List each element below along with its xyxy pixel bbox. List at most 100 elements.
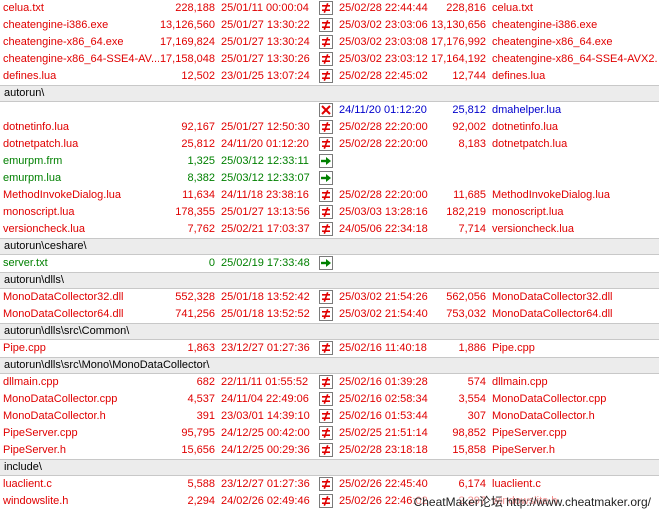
left-file-date: 25/01/27 13:13:56 bbox=[221, 206, 310, 218]
folder-row[interactable]: autorun\dlls\ bbox=[0, 272, 659, 289]
left-file-size: 682 bbox=[196, 376, 215, 388]
file-row[interactable]: Pipe.cpp 1,863 23/12/27 01:27:36 25/02/16 1… bbox=[0, 340, 659, 357]
right-file-size: 753,032 bbox=[446, 308, 486, 320]
file-row[interactable]: luaclient.c 5,588 23/12/27 01:27:36 25/02/2… bbox=[0, 476, 659, 493]
right-file-name: celua.txt bbox=[492, 2, 533, 14]
not-equal-icon bbox=[319, 494, 333, 508]
not-equal-icon bbox=[319, 392, 333, 406]
file-row[interactable]: defines.lua 12,502 23/01/25 13:07:24 25/02/… bbox=[0, 68, 659, 85]
left-file-date: 24/02/26 02:49:46 bbox=[221, 495, 310, 507]
right-file-date: 25/02/16 01:53:44 bbox=[339, 410, 428, 422]
left-file-name: dotnetpatch.lua bbox=[3, 138, 79, 150]
right-file-size: 13,130,656 bbox=[431, 19, 486, 31]
left-file-size: 15,656 bbox=[181, 444, 215, 456]
not-equal-icon bbox=[319, 375, 333, 389]
left-file-name: defines.lua bbox=[3, 70, 57, 82]
folder-row[interactable]: autorun\ bbox=[0, 85, 659, 102]
not-equal-icon bbox=[319, 477, 333, 491]
file-row[interactable]: dotnetpatch.lua 25,812 24/11/20 01:12:20 25… bbox=[0, 136, 659, 153]
left-file-date: 25/03/12 12:33:11 bbox=[221, 155, 309, 167]
right-file-size: 562,056 bbox=[446, 291, 486, 303]
right-file-size: 6,174 bbox=[458, 478, 486, 490]
file-row[interactable]: MonoDataCollector.cpp 4,537 24/11/04 22:49… bbox=[0, 391, 659, 408]
right-file-size: 3,554 bbox=[458, 393, 486, 405]
left-file-size: 5,588 bbox=[187, 478, 215, 490]
not-equal-icon bbox=[319, 443, 333, 457]
right-file-size: 1,886 bbox=[458, 342, 486, 354]
right-file-name: cheatengine-i386.exe bbox=[492, 19, 598, 31]
not-equal-icon bbox=[319, 205, 333, 219]
right-file-size: 17,176,992 bbox=[431, 36, 486, 48]
left-file-size: 391 bbox=[196, 410, 215, 422]
right-file-size: 12,744 bbox=[452, 70, 486, 82]
left-file-name: MonoDataCollector.h bbox=[3, 410, 106, 422]
right-file-size: 228,816 bbox=[446, 2, 486, 14]
file-row[interactable]: PipeServer.h 15,656 24/12/25 00:29:36 25/02… bbox=[0, 442, 659, 459]
folder-row[interactable]: autorun\dlls\src\Common\ bbox=[0, 323, 659, 340]
not-equal-icon bbox=[319, 120, 333, 134]
left-file-size: 7,762 bbox=[187, 223, 215, 235]
right-file-size: 7,714 bbox=[458, 223, 486, 235]
left-file-date: 25/03/12 12:33:07 bbox=[221, 172, 310, 184]
folder-row[interactable]: autorun\dlls\src\Mono\MonoDataCollector\ bbox=[0, 357, 659, 374]
file-row[interactable]: dotnetinfo.lua 92,167 25/01/27 12:50:30 25/… bbox=[0, 119, 659, 136]
folder-label: include\ bbox=[4, 461, 42, 473]
file-row[interactable]: monoscript.lua 178,355 25/01/27 13:13:56 25… bbox=[0, 204, 659, 221]
left-file-name: monoscript.lua bbox=[3, 206, 75, 218]
file-row[interactable]: dllmain.cpp 682 22/11/11 01:55:52 25/02/16 … bbox=[0, 374, 659, 391]
left-file-date: 25/02/21 17:03:37 bbox=[221, 223, 310, 235]
file-row[interactable]: celua.txt 228,188 25/01/11 00:00:04 25/02/2… bbox=[0, 0, 659, 17]
file-row[interactable]: cheatengine-x86_64.exe 17,169,824 25/01/27… bbox=[0, 34, 659, 51]
right-file-size: 17,164,192 bbox=[431, 53, 486, 65]
file-row[interactable]: cheatengine-i386.exe 13,126,560 25/01/27 1… bbox=[0, 17, 659, 34]
comparison-grid: celua.txt 228,188 25/01/11 00:00:04 25/02/2… bbox=[0, 0, 659, 510]
right-file-name: PipeServer.h bbox=[492, 444, 555, 456]
left-file-name: Pipe.cpp bbox=[3, 342, 46, 354]
right-file-name: monoscript.lua bbox=[492, 206, 564, 218]
right-file-date: 25/02/28 22:44:44 bbox=[339, 2, 428, 14]
left-file-name: luaclient.c bbox=[3, 478, 52, 490]
right-file-size: 574 bbox=[467, 376, 486, 388]
left-file-name: MonoDataCollector.cpp bbox=[3, 393, 118, 405]
file-row[interactable]: MonoDataCollector32.dll 552,328 25/01/18 1… bbox=[0, 289, 659, 306]
left-file-date: 23/03/01 14:39:10 bbox=[221, 410, 310, 422]
right-file-size: 98,852 bbox=[452, 427, 486, 439]
right-file-name: defines.lua bbox=[492, 70, 546, 82]
right-file-date: 25/02/28 23:18:18 bbox=[339, 444, 428, 456]
not-equal-icon bbox=[319, 137, 333, 151]
file-row[interactable]: cheatengine-x86_64-SSE4-AV... 17,158,048 2… bbox=[0, 51, 659, 68]
right-file-name: Pipe.cpp bbox=[492, 342, 535, 354]
left-file-date: 25/01/18 13:52:52 bbox=[221, 308, 310, 320]
file-row[interactable]: MonoDataCollector64.dll 741,256 25/01/18 1… bbox=[0, 306, 659, 323]
folder-row[interactable]: autorun\ceshare\ bbox=[0, 238, 659, 255]
not-equal-icon bbox=[319, 222, 333, 236]
file-row[interactable]: emurpm.frm 1,325 25/03/12 12:33:11 bbox=[0, 153, 659, 170]
right-file-date: 25/02/28 22:20:00 bbox=[339, 121, 428, 133]
file-row[interactable]: MethodInvokeDialog.lua 11,634 24/11/18 23:… bbox=[0, 187, 659, 204]
folder-row[interactable]: include\ bbox=[0, 459, 659, 476]
file-row[interactable]: PipeServer.cpp 95,795 24/12/25 00:42:00 25/… bbox=[0, 425, 659, 442]
file-row[interactable]: emurpm.lua 8,382 25/03/12 12:33:07 bbox=[0, 170, 659, 187]
file-row[interactable]: MonoDataCollector.h 391 23/03/01 14:39:10 2… bbox=[0, 408, 659, 425]
left-file-date: 25/01/11 00:00:04 bbox=[221, 2, 309, 14]
arrow-right-icon bbox=[319, 256, 333, 270]
right-file-size: 15,858 bbox=[452, 444, 486, 456]
left-file-date: 23/12/27 01:27:36 bbox=[221, 478, 310, 490]
not-equal-icon bbox=[319, 426, 333, 440]
not-equal-icon bbox=[319, 1, 333, 15]
x-mark-icon bbox=[319, 103, 333, 117]
not-equal-icon bbox=[319, 341, 333, 355]
left-file-name: PipeServer.h bbox=[3, 444, 66, 456]
left-file-name: cheatengine-i386.exe bbox=[3, 19, 109, 31]
file-row[interactable]: 24/11/20 01:12:20 25,812 dmahelper.lua bbox=[0, 102, 659, 119]
right-file-date: 25/02/16 02:58:34 bbox=[339, 393, 428, 405]
file-row[interactable]: versioncheck.lua 7,762 25/02/21 17:03:37 24… bbox=[0, 221, 659, 238]
right-file-size: 25,812 bbox=[452, 104, 486, 116]
file-row[interactable]: server.txt 0 25/02/19 17:33:48 bbox=[0, 255, 659, 272]
not-equal-icon bbox=[319, 409, 333, 423]
arrow-right-icon bbox=[319, 171, 333, 185]
left-file-name: PipeServer.cpp bbox=[3, 427, 78, 439]
right-file-name: dotnetpatch.lua bbox=[492, 138, 568, 150]
right-file-date: 25/02/16 11:40:18 bbox=[339, 342, 427, 354]
right-file-name: dotnetinfo.lua bbox=[492, 121, 559, 133]
